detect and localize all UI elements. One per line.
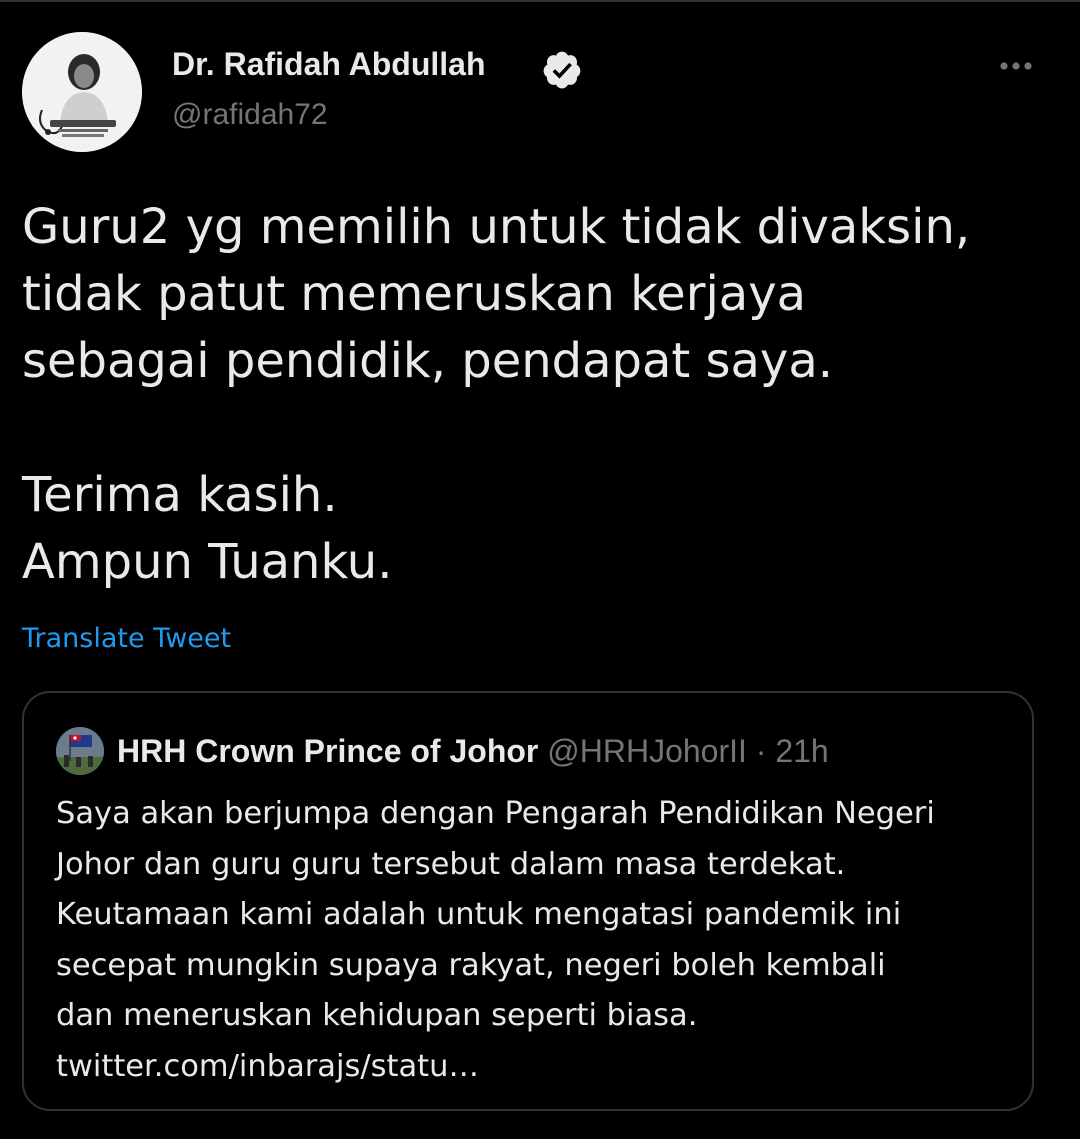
quoted-tweet-timestamp[interactable]: 21h — [775, 733, 828, 769]
translate-tweet-link[interactable]: Translate Tweet — [22, 621, 231, 657]
flag-photo-avatar — [56, 727, 104, 775]
author-avatar[interactable] — [22, 32, 142, 152]
header-separator: · — [746, 733, 776, 769]
quoted-author-display-name[interactable]: HRH Crown Prince of Johor — [117, 733, 538, 769]
quoted-author-handle[interactable]: @HRHJohorII — [547, 733, 747, 769]
quoted-tweet-card[interactable]: HRH Crown Prince of Johor @HRHJohorII · … — [22, 691, 1034, 1111]
tweet-text: Guru2 yg memilih untuk tidak divaksin, t… — [22, 199, 971, 590]
author-handle[interactable]: @rafidah72 — [172, 96, 328, 134]
quoted-tweet-header: HRH Crown Prince of Johor @HRHJohorII · … — [117, 731, 829, 771]
quoted-author-avatar[interactable] — [56, 727, 104, 775]
more-options-icon[interactable] — [992, 52, 1040, 80]
author-display-name[interactable]: Dr. Rafidah Abdullah — [172, 44, 486, 84]
top-divider — [0, 0, 1080, 2]
verified-badge-icon — [543, 51, 581, 89]
quoted-tweet-text: Saya akan berjumpa dengan Pengarah Pendi… — [56, 796, 935, 1084]
profile-photo-avatar — [22, 32, 142, 152]
